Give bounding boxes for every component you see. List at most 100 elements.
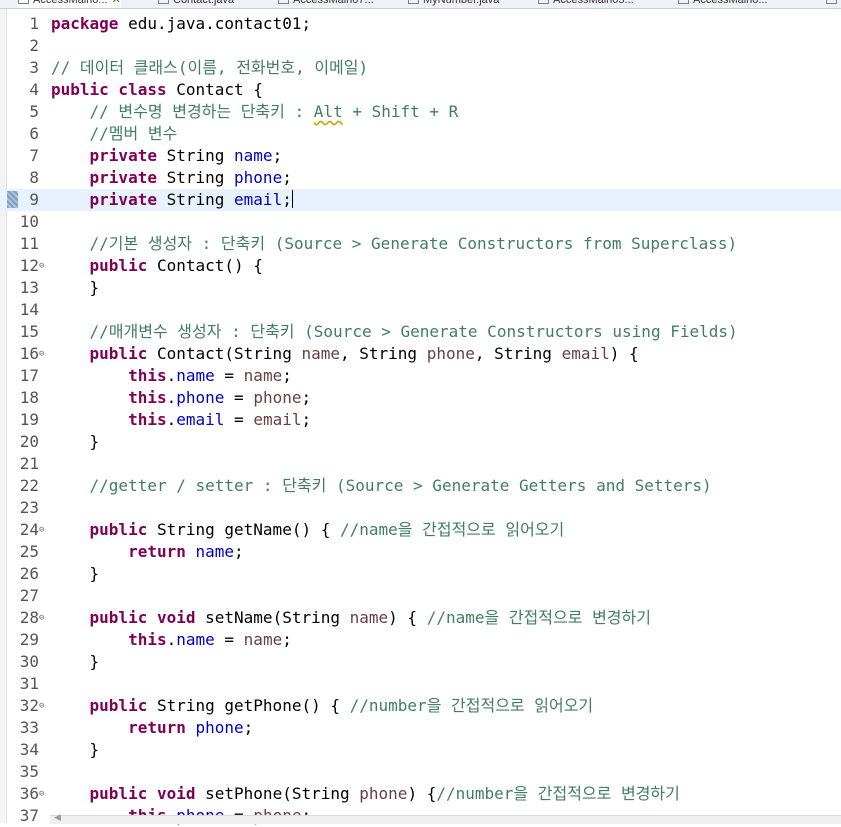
line-number: 37 — [19, 806, 39, 825]
line-number: 4 — [29, 80, 39, 99]
fold-collapse-icon[interactable]: ⊖ — [39, 348, 44, 360]
code-line[interactable]: 26 } — [0, 563, 841, 585]
line-number: 18 — [19, 388, 39, 407]
code-line[interactable]: 19 this.email = email; — [0, 409, 841, 431]
code-line[interactable]: 20 } — [0, 431, 841, 453]
code-text: //멤버 변수 — [51, 123, 178, 145]
tab-close-icon[interactable]: ✕ — [112, 0, 121, 6]
parameter-token: phone — [253, 388, 302, 407]
code-line[interactable]: 16 ⊖ public Contact(String name, String p… — [0, 343, 841, 365]
code-line[interactable]: 3 // 데이터 클래스(이름, 전화번호, 이메일) — [0, 57, 841, 79]
code-token: setName(String — [195, 608, 350, 627]
code-line[interactable]: 32 ⊖ public String getPhone() { //number을… — [0, 695, 841, 717]
fold-collapse-icon[interactable]: ⊖ — [39, 612, 44, 624]
code-line[interactable]: 2 — [0, 35, 841, 57]
code-text: this.name = name; — [51, 365, 292, 387]
code-line[interactable]: 33 return phone; — [0, 717, 841, 739]
code-line[interactable]: 18 this.phone = phone; — [0, 387, 841, 409]
line-number: 28 — [19, 608, 39, 627]
code-line[interactable]: 15 //매개변수 생성자 : 단축키 (Source > Generate C… — [0, 321, 841, 343]
code-line[interactable]: 27 — [0, 585, 841, 607]
code-line[interactable]: 31 — [0, 673, 841, 695]
code-line[interactable]: 24 ⊖ public String getName() { //name을 간접… — [0, 519, 841, 541]
code-token: . — [166, 630, 177, 649]
tab-label: AccessMaino... — [693, 0, 768, 6]
keyword-token: private — [89, 146, 157, 165]
tab-2[interactable]: Contact.java — [158, 0, 234, 8]
field-token: phone — [234, 168, 283, 187]
field-token: name — [195, 542, 235, 561]
tab-4[interactable]: MyNumber.java — [408, 0, 499, 8]
line-number: 23 — [19, 498, 39, 517]
fold-collapse-icon[interactable]: ⊖ — [39, 788, 44, 800]
tab-6[interactable]: AccessMaino... — [678, 0, 768, 8]
parameter-token: email — [253, 410, 302, 429]
line-number: 31 — [19, 674, 39, 693]
tab-3[interactable]: AccessMain07... — [278, 0, 374, 8]
keyword-token: private — [89, 190, 157, 209]
code-line[interactable]: 29 this.name = name; — [0, 629, 841, 651]
code-text: public String getName() { //name을 간접적으로 … — [51, 519, 565, 541]
code-line[interactable]: 21 — [0, 453, 841, 475]
code-editor[interactable]: 1 package edu.java.contact01; 2 3// 데이터 클래스… — [0, 9, 841, 825]
code-line[interactable]: 7 private String name; — [0, 145, 841, 167]
tab-5[interactable]: AccessMain05... — [538, 0, 634, 8]
line-number: 17 — [19, 366, 39, 385]
field-token: email — [234, 190, 283, 209]
code-text: //기본 생성자 : 단축키 (Source > Generate Constr… — [51, 233, 738, 255]
code-line[interactable]: 36 ⊖ public void setPhone(String phone) {… — [0, 783, 841, 805]
parameter-token: phone — [426, 344, 475, 363]
code-line[interactable]: 35 — [0, 761, 841, 783]
code-line[interactable]: 11 //기본 생성자 : 단축키 (Source > Generate Con… — [0, 233, 841, 255]
code-text: //매개변수 생성자 : 단축키 (Source > Generate Cons… — [51, 321, 738, 343]
code-line[interactable]: 22 //getter / setter : 단축키 (Source > Gen… — [0, 475, 841, 497]
code-line[interactable]: 17 this.name = name; — [0, 365, 841, 387]
fold-collapse-icon[interactable]: ⊖ — [39, 524, 44, 536]
comment-token: //name을 간접적으로 읽어오기 — [339, 520, 565, 539]
code-line[interactable]: 34 } — [0, 739, 841, 761]
line-number: 24 — [19, 520, 39, 539]
keyword-token: package — [51, 14, 119, 33]
code-token: ; — [282, 168, 292, 187]
code-line[interactable]: 28 ⊖ public void setName(String name) { /… — [0, 607, 841, 629]
code-text: package edu.java.contact01; — [51, 13, 311, 35]
scroll-left-arrow-icon[interactable]: ◀ — [54, 813, 61, 823]
code-line[interactable]: 14 — [0, 299, 841, 321]
code-token: ; — [234, 542, 244, 561]
field-token: phone — [195, 718, 244, 737]
keyword-token: this — [128, 388, 167, 407]
tab-label: MyNumber.java — [423, 0, 500, 6]
fold-collapse-icon[interactable]: ⊖ — [39, 700, 44, 712]
code-text: private String name; — [51, 145, 283, 167]
code-line[interactable]: 10 — [0, 211, 841, 233]
line-number: 5 — [29, 102, 39, 121]
code-text: public Contact() { — [51, 255, 263, 277]
keyword-token: private — [89, 168, 157, 187]
keyword-token: public void — [89, 784, 196, 803]
editor-tab-bar: AccessMaino... ✕ Contact.java AccessMain07.… — [0, 0, 841, 9]
code-line[interactable]: 5 // 변수명 변경하는 단축키 : Alt + Shift + R — [0, 101, 841, 123]
code-token: edu.java.contact01; — [118, 14, 312, 33]
code-line[interactable]: 12 ⊖ public Contact() { — [0, 255, 841, 277]
code-line[interactable]: 9 private String email; — [0, 189, 841, 211]
code-line[interactable]: 4 public class Contact { — [0, 79, 841, 101]
tab-1[interactable]: AccessMaino... ✕ — [18, 0, 121, 8]
parameter-token: name — [301, 344, 340, 363]
parameter-token: name — [243, 630, 283, 649]
comment-token: //number을 간접적으로 변경하기 — [436, 784, 680, 803]
code-line[interactable]: 30 } — [0, 651, 841, 673]
parameter-token: name — [243, 366, 283, 385]
code-line[interactable]: 1 package edu.java.contact01; — [0, 13, 841, 35]
code-line[interactable]: 8 private String phone; — [0, 167, 841, 189]
code-line[interactable]: 25 return name; — [0, 541, 841, 563]
code-line[interactable]: 6 //멤버 변수 — [0, 123, 841, 145]
code-line[interactable]: 23 — [0, 497, 841, 519]
fold-collapse-icon[interactable]: ⊖ — [39, 260, 44, 272]
code-line[interactable]: 13 } — [0, 277, 841, 299]
code-text: this.email = email; — [51, 409, 311, 431]
tab-7[interactable]: Ac — [826, 0, 841, 8]
code-token: ; — [272, 146, 283, 165]
